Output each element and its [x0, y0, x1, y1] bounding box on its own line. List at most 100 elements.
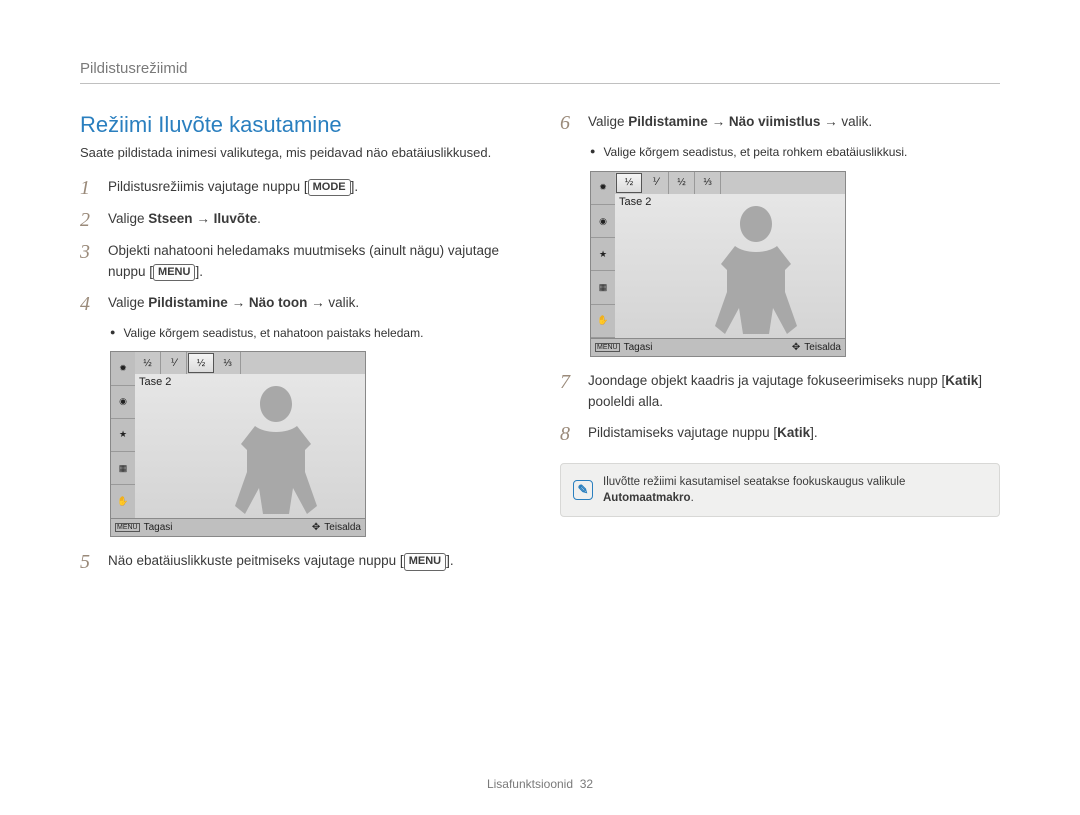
lcd-left-icon: ✹ — [591, 172, 615, 205]
lcd-top-option: ⅟ — [643, 172, 669, 194]
text: . — [691, 492, 694, 504]
info-note: ✎ Iluvõtte režiimi kasutamisel seatakse … — [560, 463, 1000, 517]
section-header: Pildistusrežiimid — [80, 60, 1000, 84]
menu-keycap: MENU — [153, 264, 195, 281]
left-column: Režiimi Iluvõte kasutamine Saate pildist… — [80, 112, 520, 583]
text: Valige — [108, 295, 148, 310]
step-8: 8 Pildistamiseks vajutage nuppu [Katik]. — [560, 423, 1000, 445]
bold: Näo toon — [249, 295, 308, 310]
bullet-dot-icon: ● — [590, 144, 595, 161]
text: . — [257, 211, 261, 226]
menu-glyph-icon: MENU — [595, 343, 620, 352]
text: → — [708, 114, 729, 129]
step-text: Objekti nahatooni heledamaks muutmiseks … — [108, 241, 520, 283]
step-6-bullet: ● Valige kõrgem seadistus, et peita rohk… — [590, 144, 1000, 161]
lcd-left-icon: ▦ — [111, 452, 135, 485]
lcd-move-label: Teisalda — [324, 522, 361, 533]
lcd-left-icon: ▦ — [591, 271, 615, 304]
step-number: 3 — [80, 241, 98, 263]
step-4: 4 Valige Pildistamine → Näo toon → valik… — [80, 293, 520, 315]
text: ]. — [810, 425, 818, 440]
camera-lcd-illustration-1: ✹ ◉ ★ ▦ ✋ ½ ⅟ ½ ⅓ Tase 2 MENU — [110, 351, 520, 537]
lcd-left-icon: ★ — [111, 419, 135, 452]
page-title: Režiimi Iluvõte kasutamine — [80, 112, 520, 138]
footer-section: Lisafunktsioonid — [487, 777, 573, 791]
page-number: 32 — [580, 777, 593, 791]
text: → valik. — [820, 114, 872, 129]
bold: Näo viimistlus — [729, 114, 821, 129]
lcd-top-option: ⅓ — [695, 172, 721, 194]
step-number: 5 — [80, 551, 98, 573]
text: ]. — [446, 553, 454, 568]
step-text: Näo ebatäiuslikkuste peitmiseks vajutage… — [108, 551, 520, 572]
bold: Stseen — [148, 211, 192, 226]
menu-glyph-icon: MENU — [115, 523, 140, 532]
person-silhouette-icon — [221, 380, 331, 520]
two-column-layout: Režiimi Iluvõte kasutamine Saate pildist… — [80, 112, 1000, 583]
text: → — [193, 211, 214, 226]
lcd-screen: ✹ ◉ ★ ▦ ✋ ½ ⅟ ½ ⅓ Tase 2 MENU — [590, 171, 846, 357]
lcd-top-option: ⅓ — [215, 352, 241, 374]
bold: Katik — [777, 425, 810, 440]
person-silhouette-icon — [701, 200, 811, 340]
lcd-move-label: Teisalda — [804, 342, 841, 353]
bold: Pildistamine — [148, 295, 228, 310]
lcd-left-iconbar: ✹ ◉ ★ ▦ ✋ — [591, 172, 615, 338]
step-1: 1 Pildistusrežiimis vajutage nuppu [MODE… — [80, 177, 520, 199]
text: → — [228, 295, 249, 310]
right-column: 6 Valige Pildistamine → Näo viimistlus →… — [560, 112, 1000, 583]
lcd-left-icon: ✋ — [591, 305, 615, 338]
camera-lcd-illustration-2: ✹ ◉ ★ ▦ ✋ ½ ⅟ ½ ⅓ Tase 2 MENU — [590, 171, 1000, 357]
text: Joondage objekt kaadris ja vajutage foku… — [588, 373, 945, 388]
text: ]. — [195, 264, 203, 279]
text: Iluvõtte režiimi kasutamisel seatakse fo… — [603, 476, 905, 488]
text: Valige — [588, 114, 628, 129]
lcd-left-icon: ◉ — [111, 386, 135, 419]
lcd-back-label: Tagasi — [144, 522, 173, 533]
step-3: 3 Objekti nahatooni heledamaks muutmisek… — [80, 241, 520, 283]
bullet-text: Valige kõrgem seadistus, et nahatoon pai… — [123, 325, 423, 342]
bold: Katik — [945, 373, 978, 388]
text: Näo ebatäiuslikkuste peitmiseks vajutage… — [108, 553, 404, 568]
step-number: 7 — [560, 371, 578, 393]
page-footer: Lisafunktsioonid 32 — [0, 777, 1080, 791]
step-number: 2 — [80, 209, 98, 231]
step-text: Joondage objekt kaadris ja vajutage foku… — [588, 371, 1000, 413]
lcd-left-icon: ★ — [591, 238, 615, 271]
step-text: Valige Pildistamine → Näo viimistlus → v… — [588, 112, 1000, 133]
step-text: Pildistusrežiimis vajutage nuppu [MODE]. — [108, 177, 520, 198]
lcd-left-iconbar: ✹ ◉ ★ ▦ ✋ — [111, 352, 135, 518]
dpad-icon: ✥ — [792, 342, 800, 353]
lcd-level-label: Tase 2 — [619, 196, 651, 208]
lcd-top-option: ½ — [669, 172, 695, 194]
lcd-back-label: Tagasi — [624, 342, 653, 353]
lcd-footer: MENU Tagasi ✥ Teisalda — [591, 338, 845, 356]
lcd-level-label: Tase 2 — [139, 376, 171, 388]
step-6: 6 Valige Pildistamine → Näo viimistlus →… — [560, 112, 1000, 134]
lcd-top-option: ⅟ — [161, 352, 187, 374]
text: Valige — [108, 211, 148, 226]
step-number: 1 — [80, 177, 98, 199]
lcd-left-icon: ✋ — [111, 485, 135, 518]
intro-text: Saate pildistada inimesi valikutega, mis… — [80, 144, 520, 163]
dpad-icon: ✥ — [312, 522, 320, 533]
lcd-left-icon: ◉ — [591, 205, 615, 238]
step-number: 6 — [560, 112, 578, 134]
lcd-top-optionbar: ½ ⅟ ½ ⅓ — [615, 172, 845, 194]
bullet-dot-icon: ● — [110, 325, 115, 342]
lcd-top-option-selected: ½ — [616, 173, 642, 193]
lcd-top-option-selected: ½ — [188, 353, 214, 373]
lcd-top-option: ½ — [135, 352, 161, 374]
step-5: 5 Näo ebatäiuslikkuste peitmiseks vajuta… — [80, 551, 520, 573]
menu-keycap: MENU — [404, 553, 446, 570]
step-number: 4 — [80, 293, 98, 315]
text: → valik. — [307, 295, 359, 310]
step-2: 2 Valige Stseen → Iluvõte. — [80, 209, 520, 231]
lcd-screen: ✹ ◉ ★ ▦ ✋ ½ ⅟ ½ ⅓ Tase 2 MENU — [110, 351, 366, 537]
step-number: 8 — [560, 423, 578, 445]
bold: Iluvõte — [214, 211, 258, 226]
lcd-footer: MENU Tagasi ✥ Teisalda — [111, 518, 365, 536]
lcd-top-optionbar: ½ ⅟ ½ ⅓ — [135, 352, 365, 374]
note-text: Iluvõtte režiimi kasutamisel seatakse fo… — [603, 474, 987, 506]
lcd-left-icon: ✹ — [111, 352, 135, 385]
